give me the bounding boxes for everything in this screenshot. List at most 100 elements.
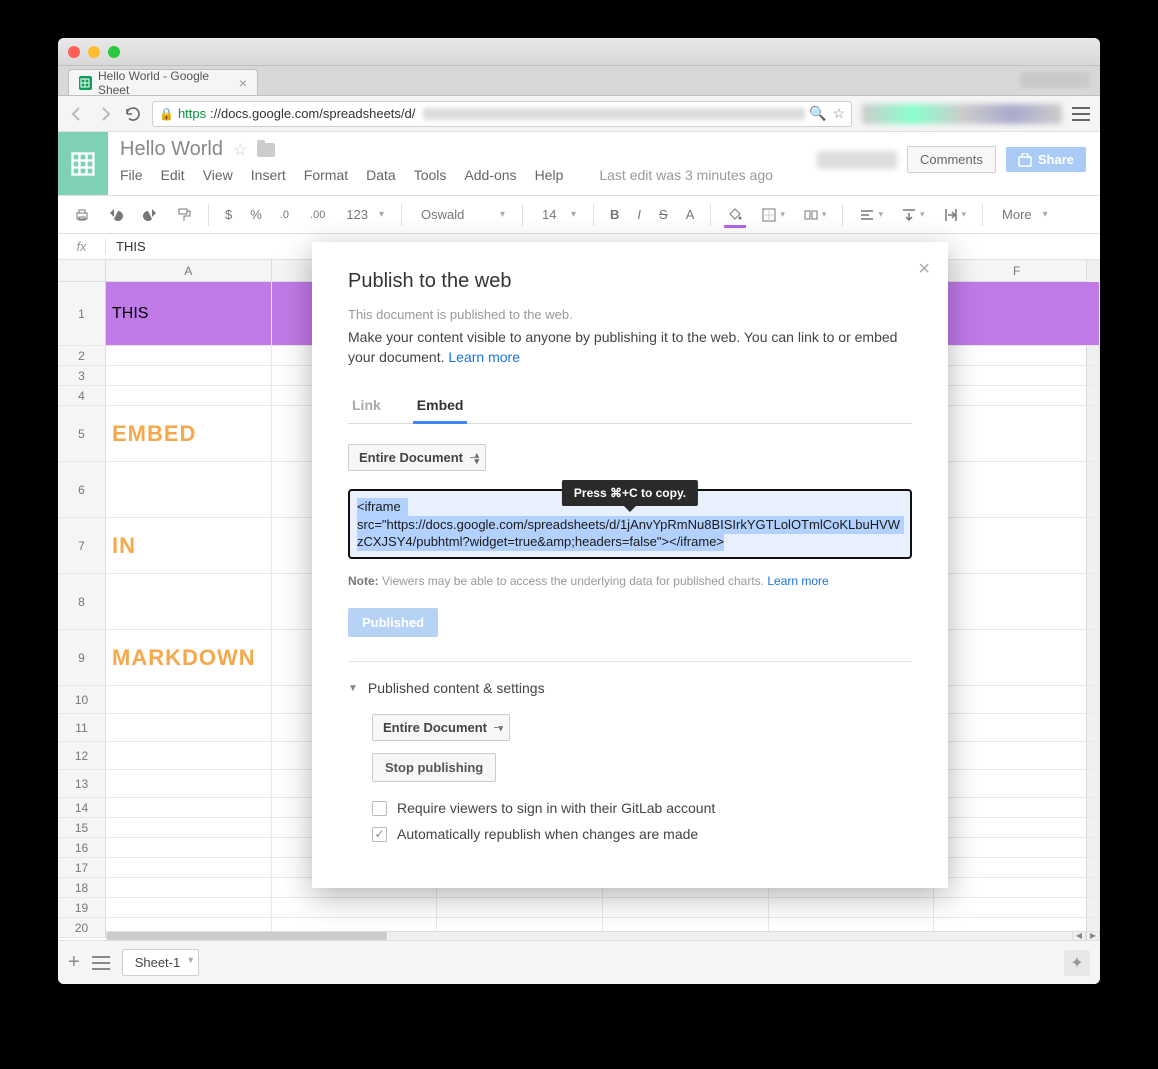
tab-link[interactable]: Link xyxy=(348,389,385,423)
cell[interactable]: MARKDOWN xyxy=(106,630,272,685)
settings-expander[interactable]: ▼Published content & settings xyxy=(348,680,912,696)
wrap-button[interactable]: ▾ xyxy=(937,203,973,227)
row-header[interactable]: 15 xyxy=(58,818,106,837)
scroll-left-icon[interactable]: ◀ xyxy=(1072,931,1086,941)
star-icon[interactable]: ☆ xyxy=(233,140,247,160)
col-header[interactable]: A xyxy=(106,260,272,281)
number-format-select[interactable]: 123 xyxy=(337,202,391,227)
row-header[interactable]: 1 xyxy=(58,282,106,345)
bold-button[interactable]: B xyxy=(604,203,625,226)
toolbar: $ % .0 .00 123 Oswald 14 B I S A ▾ ▾ ▾ ▾… xyxy=(58,196,1100,234)
row-header[interactable]: 10 xyxy=(58,686,106,713)
cell[interactable]: IN xyxy=(106,518,272,573)
scroll-right-icon[interactable]: ▶ xyxy=(1086,931,1100,941)
textcolor-button[interactable]: A xyxy=(680,203,701,226)
decrease-decimal-button[interactable]: .0 xyxy=(274,205,298,225)
document-title[interactable]: Hello World xyxy=(120,138,223,161)
print-icon[interactable] xyxy=(68,203,96,227)
row-header[interactable]: 3 xyxy=(58,366,106,385)
auto-republish-checkbox[interactable] xyxy=(372,827,387,842)
scope-select[interactable]: Entire Document▴▾ xyxy=(348,444,486,471)
undo-icon[interactable] xyxy=(102,203,130,227)
row-header[interactable]: 19 xyxy=(58,898,106,917)
require-signin-checkbox[interactable] xyxy=(372,801,387,816)
tab-close-icon[interactable]: × xyxy=(239,75,247,91)
all-sheets-icon[interactable] xyxy=(92,956,110,970)
reload-button[interactable] xyxy=(124,105,142,123)
row-header[interactable]: 20 xyxy=(58,918,106,937)
menu-format[interactable]: Format xyxy=(304,167,348,183)
fontsize-select[interactable]: 14 xyxy=(533,202,583,227)
row-header[interactable]: 4 xyxy=(58,386,106,405)
publish-dialog: × Publish to the web This document is pu… xyxy=(312,242,948,888)
menu-edit[interactable]: Edit xyxy=(161,167,185,183)
folder-icon[interactable] xyxy=(257,143,275,157)
menu-help[interactable]: Help xyxy=(535,167,564,183)
hamburger-menu-icon[interactable] xyxy=(1072,107,1090,121)
halign-button[interactable]: ▾ xyxy=(853,203,889,227)
menu-file[interactable]: File xyxy=(120,167,143,183)
learn-more-link[interactable]: Learn more xyxy=(767,574,828,588)
star-icon[interactable]: ☆ xyxy=(832,105,845,122)
font-select[interactable]: Oswald xyxy=(412,202,512,227)
row-header[interactable]: 13 xyxy=(58,770,106,797)
paint-format-icon[interactable] xyxy=(170,203,198,227)
row-header[interactable]: 5 xyxy=(58,406,106,461)
back-button[interactable] xyxy=(68,105,86,123)
row-header[interactable]: 16 xyxy=(58,838,106,857)
stop-publishing-button[interactable]: Stop publishing xyxy=(372,753,496,782)
last-edit-label: Last edit was 3 minutes ago xyxy=(599,167,773,183)
menu-insert[interactable]: Insert xyxy=(251,167,286,183)
more-button[interactable]: More xyxy=(993,202,1055,227)
menu-data[interactable]: Data xyxy=(366,167,396,183)
sheets-logo-icon[interactable] xyxy=(58,132,108,195)
menu-view[interactable]: View xyxy=(203,167,233,183)
close-icon[interactable]: × xyxy=(918,258,930,281)
browser-tab[interactable]: Hello World - Google Sheet × xyxy=(68,69,258,95)
currency-button[interactable]: $ xyxy=(219,203,238,226)
cell[interactable] xyxy=(934,282,1100,345)
row-header[interactable]: 18 xyxy=(58,878,106,897)
cell[interactable]: THIS xyxy=(106,282,272,345)
borders-button[interactable]: ▾ xyxy=(755,203,791,227)
strike-button[interactable]: S xyxy=(653,203,674,226)
scope-select-2[interactable]: Entire Document▾ xyxy=(372,714,510,741)
row-header[interactable]: 11 xyxy=(58,714,106,741)
minimize-window-icon[interactable] xyxy=(88,46,100,58)
row-header[interactable]: 14 xyxy=(58,798,106,817)
tab-embed[interactable]: Embed xyxy=(413,389,468,424)
redo-icon[interactable] xyxy=(136,203,164,227)
row-header[interactable]: 6 xyxy=(58,462,106,517)
row-header[interactable]: 7 xyxy=(58,518,106,573)
menu-addons[interactable]: Add-ons xyxy=(464,167,516,183)
select-all-corner[interactable] xyxy=(58,260,106,281)
forward-button[interactable] xyxy=(96,105,114,123)
percent-button[interactable]: % xyxy=(244,203,268,226)
formula-input[interactable]: THIS xyxy=(106,239,146,254)
cell[interactable]: EMBED xyxy=(106,406,272,461)
comments-button[interactable]: Comments xyxy=(907,146,996,173)
explore-button[interactable]: ✦ xyxy=(1064,950,1090,976)
add-sheet-button[interactable]: + xyxy=(68,951,80,974)
col-header[interactable]: F xyxy=(934,260,1100,281)
row-header[interactable]: 9 xyxy=(58,630,106,685)
italic-button[interactable]: I xyxy=(631,203,647,226)
increase-decimal-button[interactable]: .00 xyxy=(304,205,331,225)
merge-button[interactable]: ▾ xyxy=(797,203,833,227)
valign-button[interactable]: ▾ xyxy=(895,203,931,227)
maximize-window-icon[interactable] xyxy=(108,46,120,58)
row-header[interactable]: 8 xyxy=(58,574,106,629)
close-window-icon[interactable] xyxy=(68,46,80,58)
url-input[interactable]: 🔒 https://docs.google.com/spreadsheets/d… xyxy=(152,101,852,127)
horizontal-scrollbar[interactable] xyxy=(106,931,1086,941)
learn-more-link[interactable]: Learn more xyxy=(448,349,520,365)
published-button[interactable]: Published xyxy=(348,608,438,637)
fillcolor-button[interactable] xyxy=(721,203,749,227)
sheet-tab[interactable]: Sheet-1 xyxy=(122,949,200,976)
zoom-icon[interactable]: 🔍 xyxy=(809,105,826,122)
menu-tools[interactable]: Tools xyxy=(414,167,447,183)
row-header[interactable]: 2 xyxy=(58,346,106,365)
share-button[interactable]: Share xyxy=(1006,147,1086,172)
row-header[interactable]: 12 xyxy=(58,742,106,769)
row-header[interactable]: 17 xyxy=(58,858,106,877)
